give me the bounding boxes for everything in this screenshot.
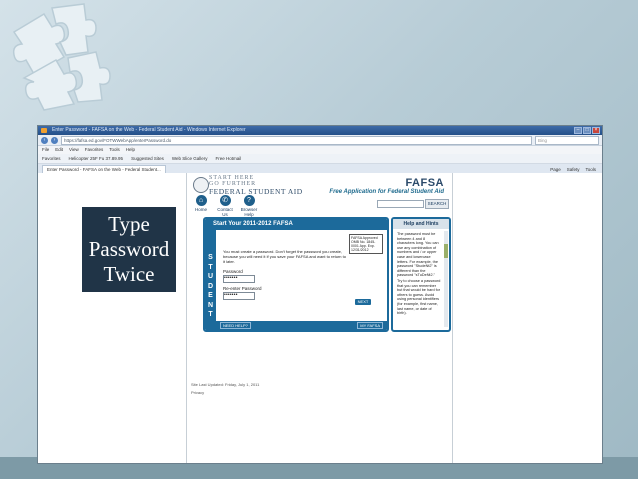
menu-edit[interactable]: Edit — [55, 146, 63, 154]
reenter-password-field[interactable]: ••••••• — [223, 292, 255, 300]
page-menu[interactable]: Page — [550, 167, 561, 172]
help-scroll-thumb[interactable] — [444, 244, 448, 258]
fsa-logo: START HERE GO FURTHER FEDERAL STUDENT AI… — [209, 175, 303, 196]
omb-box: FAFSA Approved OMB No. 1845-0001 App. Ex… — [349, 234, 383, 254]
help-hints-panel: Help and Hints The password must be betw… — [391, 217, 451, 332]
nav-browser-help[interactable]: ? Browser Help — [238, 195, 260, 217]
favorite-link[interactable]: Web Slice Gallery — [172, 154, 208, 163]
instructions-text: You must create a password. Don't forget… — [223, 249, 346, 264]
favorite-link[interactable]: Suggested Sites — [131, 154, 164, 163]
favorites-bar: Favorites Helicopter 25F Fu 37.89.95 Sug… — [38, 154, 602, 164]
address-toolbar: ‹ › https://fafsa.ed.gov/FOTWWebApp/ente… — [38, 135, 602, 146]
favorites-button[interactable]: Favorites — [42, 154, 61, 163]
site-nav: ⌂ Home ✆ Contact Us ? Browser Help — [190, 195, 260, 217]
side-letter: T — [208, 311, 213, 318]
password-form-panel: Start Your 2011-2012 FAFSA S T U D E N T… — [203, 217, 389, 332]
site-search-button[interactable]: SEARCH — [425, 199, 449, 209]
menu-bar: File Edit View Favorites Tools Help — [38, 146, 602, 154]
fafsa-brand: FAFSA Free Application for Federal Stude… — [329, 177, 444, 195]
nav-home-label: Home — [194, 207, 207, 212]
menu-view[interactable]: View — [69, 146, 79, 154]
side-letter: S — [208, 254, 213, 261]
contact-icon: ✆ — [219, 195, 231, 206]
callout-line: Twice — [103, 262, 155, 286]
window-title-bar: Enter Password - FAFSA on the Web - Fede… — [38, 126, 602, 135]
slide-callout-label: Type Password Twice — [82, 207, 176, 292]
nav-contact[interactable]: ✆ Contact Us — [214, 195, 236, 217]
home-icon: ⌂ — [195, 195, 207, 206]
nav-home[interactable]: ⌂ Home — [190, 195, 212, 213]
window-title: Enter Password - FAFSA on the Web - Fede… — [52, 127, 246, 133]
favorite-link[interactable]: Free Hotmail — [216, 154, 242, 163]
forward-icon[interactable]: › — [51, 136, 58, 144]
help-text-2: Try to choose a password that you can re… — [397, 279, 441, 316]
seal-icon — [193, 177, 209, 193]
fafsa-title: FAFSA — [405, 177, 444, 189]
password-label: Password — [223, 269, 243, 274]
callout-line: Password — [88, 237, 170, 261]
side-letter: T — [208, 263, 213, 271]
my-fafsa-button[interactable]: MY FAFSA — [357, 322, 383, 329]
form-footer-bar: NEED HELP? MY FAFSA — [216, 321, 387, 330]
back-icon[interactable]: ‹ — [41, 136, 48, 144]
menu-file[interactable]: File — [42, 146, 49, 154]
last-updated-text: Site Last Updated: Friday, July 1, 2011 — [191, 382, 260, 387]
menu-help[interactable]: Help — [126, 146, 135, 154]
fafsa-page: START HERE GO FURTHER FEDERAL STUDENT AI… — [186, 173, 453, 463]
student-side-label: S T U D E N T — [205, 230, 216, 330]
help-text: The password must be between 4 and 8 cha… — [397, 232, 439, 278]
fafsa-subtitle: Free Application for Federal Student Aid — [329, 189, 444, 195]
site-search-input[interactable] — [377, 200, 424, 208]
next-button[interactable]: NEXT — [355, 299, 371, 305]
help-heading: Help and Hints — [393, 219, 449, 229]
password-field[interactable]: ••••••• — [223, 275, 255, 283]
browser-search-input[interactable]: Bing — [535, 135, 599, 145]
browser-window: Enter Password - FAFSA on the Web - Fede… — [37, 125, 603, 464]
help-icon: ? — [243, 195, 255, 206]
callout-line: Type — [108, 212, 150, 236]
safety-menu[interactable]: Safety — [567, 167, 580, 172]
side-letter: N — [207, 301, 214, 309]
side-letter: U — [207, 273, 214, 280]
ie-icon — [41, 128, 47, 133]
puzzle-decoration — [12, 3, 111, 111]
favorite-link[interactable]: Helicopter 25F Fu 37.89.95 — [69, 154, 124, 163]
privacy-link[interactable]: Privacy — [191, 390, 204, 395]
nav-help-label: Browser Help — [240, 207, 258, 217]
side-letter: D — [207, 282, 214, 290]
maximize-button[interactable]: □ — [583, 127, 591, 134]
address-input[interactable]: https://fafsa.ed.gov/FOTWWebApp/enterPas… — [61, 135, 532, 145]
form-heading: Start Your 2011-2012 FAFSA — [205, 219, 387, 230]
close-button[interactable]: × — [592, 127, 600, 134]
menu-tools[interactable]: Tools — [109, 146, 120, 154]
nav-contact-label: Contact Us — [217, 207, 233, 217]
tools-menu[interactable]: Tools — [585, 167, 596, 172]
reenter-password-label: Re-enter Password — [223, 286, 262, 291]
minimize-button[interactable]: – — [574, 127, 582, 134]
need-help-button[interactable]: NEED HELP? — [220, 322, 251, 329]
menu-favorites[interactable]: Favorites — [85, 146, 104, 154]
side-letter: E — [208, 292, 213, 299]
